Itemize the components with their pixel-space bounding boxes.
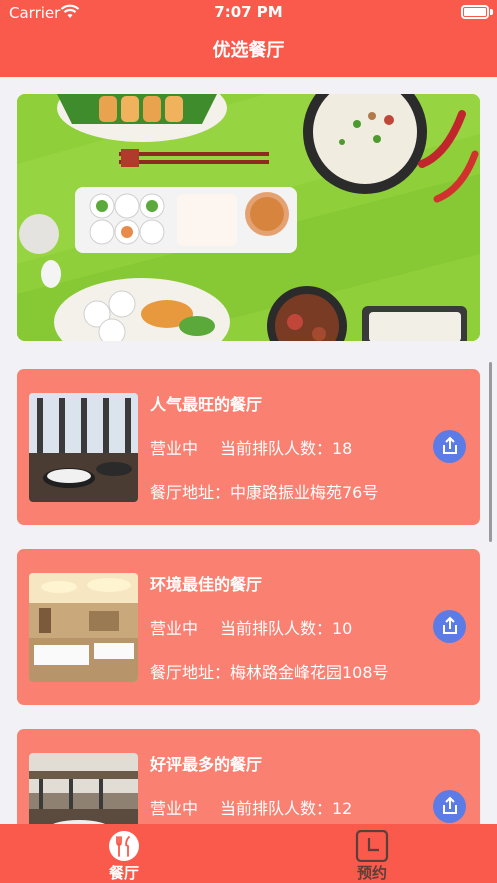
- banner-food-image[interactable]: [17, 94, 480, 341]
- clock-time: 7:07 PM: [214, 3, 283, 21]
- restaurant-photo: [29, 573, 138, 682]
- restaurant-address: 餐厅地址：梅林路金峰花园108号: [150, 663, 389, 682]
- tab-bar: 餐厅 预约: [0, 824, 497, 883]
- restaurant-name: 人气最旺的餐厅: [150, 395, 263, 414]
- share-icon: [443, 616, 457, 634]
- food-illustration: [17, 94, 480, 341]
- battery-icon: [461, 5, 489, 19]
- battery-tip: [490, 9, 493, 15]
- share-icon: [443, 796, 457, 814]
- status-bar: Carrier 7:07 PM: [0, 0, 497, 26]
- share-button[interactable]: [433, 790, 466, 823]
- restaurant-photo: [29, 393, 138, 502]
- page-title: 优选餐厅: [212, 40, 285, 61]
- restaurant-card[interactable]: 环境最佳的餐厅 营业中 当前排队人数：10 餐厅地址：梅林路金峰花园108号: [17, 549, 480, 705]
- fork-knife-icon: [109, 831, 139, 861]
- tab-restaurants[interactable]: 餐厅: [0, 824, 248, 883]
- share-icon: [443, 436, 457, 454]
- share-button[interactable]: [433, 430, 466, 463]
- queue-count: 当前排队人数：10: [220, 619, 353, 638]
- restaurant-list[interactable]: 人气最旺的餐厅 营业中 当前排队人数：18 餐厅地址：中康路振业梅苑76号 环境…: [0, 77, 497, 824]
- share-button[interactable]: [433, 610, 466, 643]
- navigation-bar: 优选餐厅: [0, 26, 497, 77]
- open-status: 营业中: [150, 799, 199, 818]
- restaurant-card[interactable]: 人气最旺的餐厅 营业中 当前排队人数：18 餐厅地址：中康路振业梅苑76号: [17, 369, 480, 525]
- restaurant-photo: [29, 753, 138, 824]
- tab-label: 预约: [356, 864, 387, 882]
- restaurant-name: 好评最多的餐厅: [150, 755, 263, 774]
- tab-label: 餐厅: [108, 864, 139, 882]
- restaurant-address: 餐厅地址：中康路振业梅苑76号: [150, 483, 379, 502]
- vertical-scrollbar[interactable]: [489, 362, 492, 542]
- clock-icon: [355, 830, 389, 862]
- tab-reservation[interactable]: 预约: [248, 824, 496, 883]
- open-status: 营业中: [150, 439, 199, 458]
- restaurant-name: 环境最佳的餐厅: [150, 575, 263, 594]
- open-status: 营业中: [150, 619, 199, 638]
- restaurant-card[interactable]: 好评最多的餐厅 营业中 当前排队人数：12: [17, 729, 480, 824]
- queue-count: 当前排队人数：12: [220, 799, 353, 818]
- queue-count: 当前排队人数：18: [220, 439, 353, 458]
